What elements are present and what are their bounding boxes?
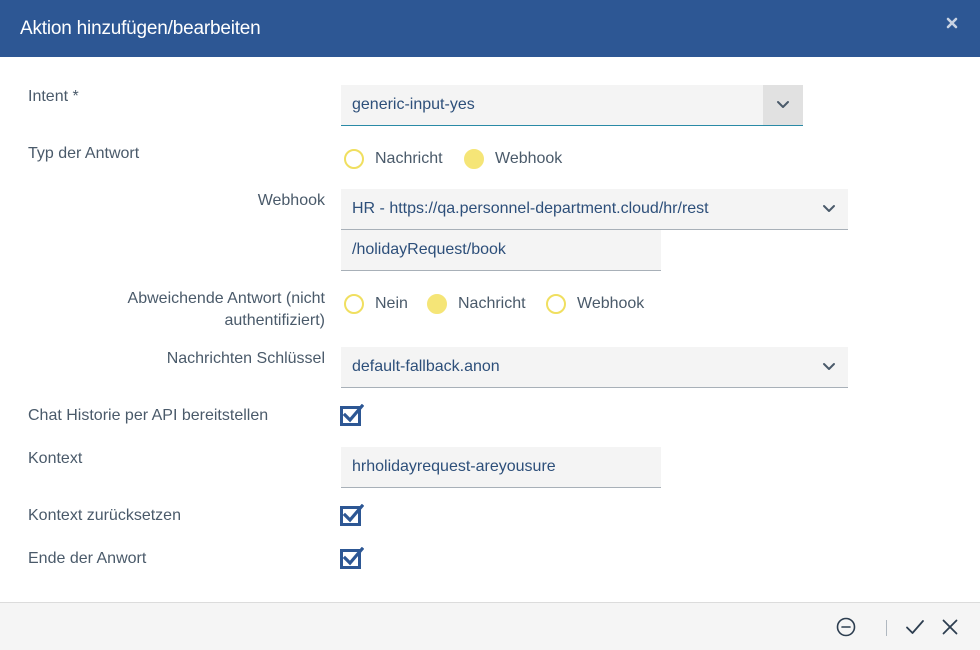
intent-value: generic-input-yes — [352, 96, 475, 113]
footer-separator — [886, 620, 887, 636]
reset-context-label: Kontext zurücksetzen — [28, 507, 181, 524]
alt-response-label: Abweichende Antwort (nicht authentifizie… — [127, 290, 325, 329]
dialog-header: Aktion hinzufügen/bearbeiten — [0, 0, 980, 57]
alt-response-radio-group: Nein Nachricht Webhook — [344, 292, 664, 316]
message-key-value: default-fallback.anon — [352, 358, 500, 375]
message-key-select[interactable]: default-fallback.anon — [341, 347, 848, 388]
webhook-path-value: /holidayRequest/book — [352, 241, 506, 258]
chevron-down-icon — [777, 101, 789, 108]
intent-select[interactable]: generic-input-yes — [341, 85, 803, 126]
close-icon[interactable] — [944, 15, 960, 31]
response-type-option-webhook[interactable]: Webhook — [464, 147, 562, 171]
message-key-label: Nachrichten Schlüssel — [166, 350, 325, 367]
check-icon[interactable] — [904, 616, 926, 638]
response-type-option-message[interactable]: Nachricht — [344, 147, 443, 171]
reset-context-checkbox[interactable] — [340, 504, 364, 526]
chevron-down-icon — [823, 205, 835, 212]
radio-unchecked-icon — [546, 294, 566, 314]
webhook-select[interactable]: HR - https://qa.personnel-department.clo… — [341, 189, 848, 230]
context-input[interactable]: hrholidayrequest-areyousure — [341, 447, 661, 488]
webhook-path-input[interactable]: /holidayRequest/book — [341, 230, 661, 271]
radio-unchecked-icon — [344, 294, 364, 314]
context-label: Kontext — [28, 450, 83, 467]
chat-history-checkbox[interactable] — [340, 404, 364, 426]
radio-checked-icon — [464, 149, 484, 169]
dialog-footer — [0, 602, 980, 650]
chat-history-label: Chat Historie per API bereitstellen — [28, 407, 269, 424]
minus-circle-icon[interactable] — [835, 616, 857, 638]
response-type-label: Typ der Antwort — [28, 145, 140, 162]
close-icon[interactable] — [939, 616, 961, 638]
alt-response-option-message[interactable]: Nachricht — [427, 292, 526, 316]
intent-dropdown-toggle[interactable] — [763, 85, 803, 125]
end-of-answer-label: Ende der Anwort — [28, 550, 147, 567]
end-of-answer-checkbox[interactable] — [340, 547, 364, 569]
alt-response-option-no[interactable]: Nein — [344, 292, 408, 316]
chevron-down-icon — [823, 363, 835, 370]
response-type-radio-group: Nachricht Webhook — [344, 147, 644, 171]
dialog-title: Aktion hinzufügen/bearbeiten — [20, 18, 261, 39]
webhook-label: Webhook — [257, 192, 325, 209]
intent-label: Intent * — [28, 88, 79, 105]
context-value: hrholidayrequest-areyousure — [352, 458, 556, 475]
radio-unchecked-icon — [344, 149, 364, 169]
webhook-value: HR - https://qa.personnel-department.clo… — [352, 200, 709, 217]
alt-response-option-webhook[interactable]: Webhook — [546, 292, 644, 316]
radio-checked-icon — [427, 294, 447, 314]
